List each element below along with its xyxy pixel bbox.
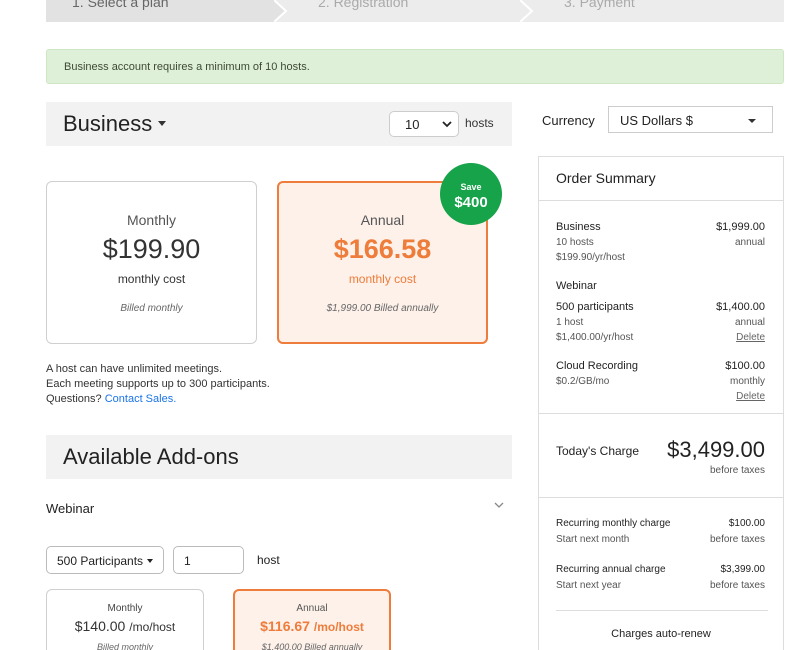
caret-down-icon: [748, 119, 756, 123]
todays-charge-amount: $3,499.00: [667, 437, 765, 462]
webinar-host-count-input[interactable]: 1: [173, 546, 244, 574]
card-cost-label: monthly cost: [117, 272, 186, 286]
card-billed: $1,400.00 Billed annually: [261, 642, 363, 650]
recurring-monthly-amount: $100.00: [728, 518, 765, 529]
recording-line-amount: $100.00: [725, 360, 765, 372]
webinar-annual-card[interactable]: Annual $116.67 /mo/host $1,400.00 Billed…: [233, 589, 391, 650]
business-line-amount: $1,999.00: [716, 221, 765, 233]
recurring-annual-label: Recurring annual charge: [556, 564, 666, 575]
webinar-line-rate: $1,400.00/yr/host: [556, 332, 634, 343]
currency-value: US Dollars $: [620, 113, 693, 128]
recurring-monthly-note: before taxes: [709, 534, 765, 545]
summary-divider: [539, 497, 783, 498]
recording-line-rate: $0.2/GB/mo: [556, 376, 610, 387]
webinar-line-frequency: annual: [734, 317, 765, 328]
step-registration: 2. Registration: [318, 0, 409, 10]
webinar-addon-label[interactable]: Webinar: [46, 501, 94, 516]
price-unit: /mo/host: [313, 620, 364, 634]
participants-value: 500 Participants: [57, 554, 144, 568]
participants-select[interactable]: 500 Participants: [46, 546, 164, 574]
webinar-line-name: 500 participants: [556, 301, 634, 313]
card-period: Monthly: [107, 603, 143, 614]
checkout-steps: 1. Select a plan 2. Registration 3. Paym…: [46, 0, 784, 22]
webinar-line-hosts: 1 host: [556, 317, 584, 328]
recurring-monthly-label: Recurring monthly charge: [556, 518, 671, 529]
delete-webinar-link[interactable]: Delete: [736, 332, 765, 343]
card-price: $140.00 /mo/host: [47, 618, 203, 634]
hosts-select-value: 10: [405, 117, 420, 132]
recurring-annual-note: before taxes: [709, 580, 765, 591]
step-chevron-icon: [520, 0, 534, 22]
order-summary: Order Summary Business $1,999.00 10 host…: [538, 156, 784, 650]
questions-text: Questions?: [46, 393, 102, 405]
info-line: A host can have unlimited meetings.: [46, 363, 223, 375]
business-line-rate: $199.90/yr/host: [556, 252, 625, 263]
card-price: $116.67 /mo/host: [235, 618, 389, 634]
step-select-plan: 1. Select a plan: [72, 0, 169, 10]
card-billed: $1,999.00 Billed annually: [326, 303, 439, 314]
todays-charge-label: Today's Charge: [556, 444, 640, 458]
card-period: Annual: [296, 603, 328, 614]
business-line-frequency: annual: [734, 237, 765, 248]
summary-divider: [539, 413, 783, 414]
price-value: $116.67: [260, 618, 310, 634]
summary-title: Order Summary: [556, 170, 656, 186]
addons-header: Available Add-ons: [46, 435, 512, 479]
save-amount: $400: [454, 194, 488, 211]
summary-header: Order Summary: [539, 157, 783, 201]
card-price: $166.58: [333, 234, 432, 264]
step-chevron-icon: [274, 0, 288, 22]
chevron-down-icon: [442, 121, 452, 128]
addons-title: Available Add-ons: [63, 444, 239, 469]
delete-recording-link[interactable]: Delete: [736, 391, 765, 402]
host-suffix-label: host: [257, 553, 280, 567]
recurring-annual-amount: $3,399.00: [720, 564, 766, 575]
business-line-hosts: 10 hosts: [556, 237, 594, 248]
caret-down-icon: [147, 559, 153, 563]
card-billed: Billed monthly: [96, 642, 154, 650]
recurring-annual-start: Start next year: [556, 580, 622, 591]
monthly-plan-card[interactable]: Monthly $199.90 monthly cost Billed mont…: [46, 181, 257, 344]
currency-select[interactable]: US Dollars $: [608, 106, 773, 133]
host-count-value: 1: [184, 554, 191, 568]
plan-header: Business 10 hosts: [46, 102, 512, 146]
autorenew-note: Charges auto-renew: [611, 628, 711, 640]
webinar-line-amount: $1,400.00: [716, 301, 765, 313]
webinar-heading: Webinar: [556, 280, 597, 292]
info-line: Questions? Contact Sales.: [46, 392, 270, 407]
currency-label: Currency: [542, 113, 595, 128]
hosts-label: hosts: [465, 116, 494, 130]
summary-divider: [556, 610, 768, 611]
save-label: Save: [460, 182, 482, 192]
step-payment: 3. Payment: [564, 0, 635, 10]
contact-sales-link[interactable]: Contact Sales.: [105, 393, 177, 405]
recording-line-name: Cloud Recording: [556, 360, 638, 372]
price-unit: /mo/host: [129, 620, 176, 634]
caret-down-icon[interactable]: [158, 121, 166, 126]
plan-name-dropdown[interactable]: Business: [63, 111, 152, 137]
card-cost-label: monthly cost: [348, 272, 417, 286]
todays-charge-note: before taxes: [709, 465, 765, 476]
webinar-monthly-card[interactable]: Monthly $140.00 /mo/host Billed monthly: [46, 589, 204, 650]
recurring-monthly-start: Start next month: [556, 534, 630, 545]
price-value: $140.00: [74, 618, 126, 634]
alert-text: Business account requires a minimum of 1…: [64, 61, 310, 73]
save-badge: Save $400: [440, 163, 502, 225]
chevron-down-icon[interactable]: [493, 499, 505, 511]
minimum-hosts-alert: Business account requires a minimum of 1…: [46, 49, 784, 84]
business-line-name: Business: [556, 221, 601, 233]
hosts-select[interactable]: 10: [389, 111, 459, 137]
card-period: Monthly: [126, 212, 177, 228]
card-price: $199.90: [102, 234, 201, 264]
recording-line-frequency: monthly: [729, 376, 765, 387]
info-line: Each meeting supports up to 300 particip…: [46, 378, 270, 390]
plan-info: A host can have unlimited meetings. Each…: [46, 362, 270, 407]
card-billed: Billed monthly: [120, 303, 183, 314]
